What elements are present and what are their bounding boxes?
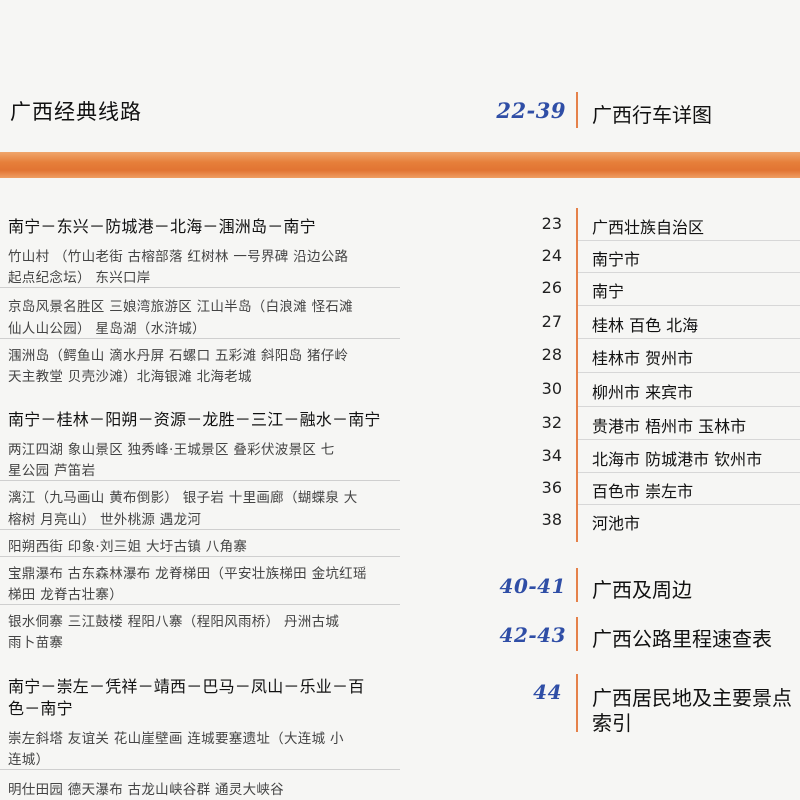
route-title: 南宁－崇左－凭祥－靖西－巴马－凤山－乐业－百: [8, 677, 365, 696]
index-page-number: 36: [541, 478, 562, 497]
divider: [0, 529, 400, 530]
route-desc-line: 竹山村 （竹山老街 古榕部落 红树林 一号界碑 沿边公路: [8, 249, 349, 265]
index-page-number: 28: [541, 345, 562, 364]
section-divider: [576, 617, 578, 651]
index-entry: 广西壮族自治区: [592, 218, 705, 237]
section-title-driving-maps: 广西行车详图: [592, 103, 712, 127]
route-desc-line: 雨卜苗寨: [8, 635, 64, 651]
route-desc-line: 两江四湖 象山景区 独秀峰·王城景区 叠彩伏波景区 七: [8, 442, 335, 458]
section-title-guangxi-surroundings: 广西及周边: [592, 578, 692, 602]
index-page-number: 38: [541, 510, 562, 529]
divider: [0, 556, 400, 557]
section-divider: [576, 674, 578, 732]
route-title: 南宁－东兴－防城港－北海－涠洲岛－南宁: [8, 217, 316, 236]
index-entry: 柳州市 来宾市: [592, 383, 694, 402]
divider: [0, 287, 400, 288]
divider: [0, 769, 400, 770]
index-page-number: 30: [541, 379, 562, 398]
route-desc-line: 仙人山公园） 星岛湖（水浒城）: [8, 321, 206, 337]
index-page-number: 24: [541, 246, 562, 265]
index-entry: 贵港市 梧州市 玉林市: [592, 417, 747, 436]
route-title: 南宁－桂林－阳朔－资源－龙胜－三江－融水－南宁: [8, 410, 381, 429]
route-desc-line: 梯田 龙脊古壮寨）: [8, 587, 123, 603]
route-desc-line: 银水侗寨 三江鼓楼 程阳八寨（程阳风雨桥） 丹洲古城: [8, 614, 340, 630]
route-desc-line: 连城）: [8, 752, 50, 768]
index-entry: 南宁: [592, 282, 625, 301]
divider: [578, 372, 800, 373]
index-entry: 百色市 崇左市: [592, 482, 694, 501]
route-desc-line: 星公园 芦笛岩: [8, 463, 96, 479]
route-desc-line: 崇左斜塔 友谊关 花山崖壁画 连城要塞遗址（大连城 小: [8, 731, 344, 747]
route-title: 色－南宁: [8, 699, 73, 718]
divider: [578, 338, 800, 339]
index-page-number: 34: [541, 446, 562, 465]
route-desc-line: 起点纪念坛） 东兴口岸: [8, 270, 151, 286]
route-desc-line: 漓江（九马画山 黄布倒影） 银子岩 十里画廊（蝴蝶泉 大: [8, 490, 358, 506]
index-entry: 河池市: [592, 514, 641, 533]
divider: [0, 480, 400, 481]
divider: [578, 504, 800, 505]
divider: [578, 240, 800, 241]
divider: [578, 439, 800, 440]
index-entry: 南宁市: [592, 250, 641, 269]
page-range-label: 44: [533, 680, 562, 704]
index-page-number: 26: [541, 278, 562, 297]
route-desc-line: 阳朔西街 印象·刘三姐 大圩古镇 八角寨: [8, 539, 248, 555]
route-desc-line: 宝鼎瀑布 古东森林瀑布 龙脊梯田（平安壮族梯田 金坑红瑶: [8, 566, 367, 582]
route-desc-line: 天主教堂 贝壳沙滩）北海银滩 北海老城: [8, 369, 252, 385]
route-desc-line: 明仕田园 德天瀑布 古龙山峡谷群 通灵大峡谷: [8, 782, 284, 798]
section-title-classic-routes: 广西经典线路: [10, 100, 142, 124]
section-divider: [576, 568, 578, 602]
index-page-number: 27: [541, 312, 562, 331]
orange-band: [0, 152, 800, 178]
index-page-number: 32: [541, 413, 562, 432]
divider: [578, 305, 800, 306]
index-divider: [576, 208, 578, 542]
divider: [0, 604, 400, 605]
header-divider: [576, 92, 578, 128]
divider: [578, 272, 800, 273]
section-title-place-index-line2: 索引: [592, 711, 632, 735]
index-entry: 桂林市 贺州市: [592, 349, 694, 368]
route-desc-line: 京岛风景名胜区 三娘湾旅游区 江山半岛（白浪滩 怪石滩: [8, 299, 353, 315]
route-desc-line: 涠洲岛（鳄鱼山 滴水丹屏 石螺口 五彩滩 斜阳岛 猪仔岭: [8, 348, 349, 364]
index-page-number: 23: [541, 214, 562, 233]
section-title-mileage-table: 广西公路里程速查表: [592, 627, 772, 651]
page-range-label: 42-43: [499, 623, 566, 647]
divider: [578, 406, 800, 407]
index-entry: 北海市 防城港市 钦州市: [592, 450, 763, 469]
divider: [0, 338, 400, 339]
index-entry: 桂林 百色 北海: [592, 316, 699, 335]
route-desc-line: 榕树 月亮山） 世外桃源 遇龙河: [8, 512, 202, 528]
divider: [578, 472, 800, 473]
page-range-label: 40-41: [499, 574, 566, 598]
page-range-label: 22-39: [496, 98, 566, 123]
